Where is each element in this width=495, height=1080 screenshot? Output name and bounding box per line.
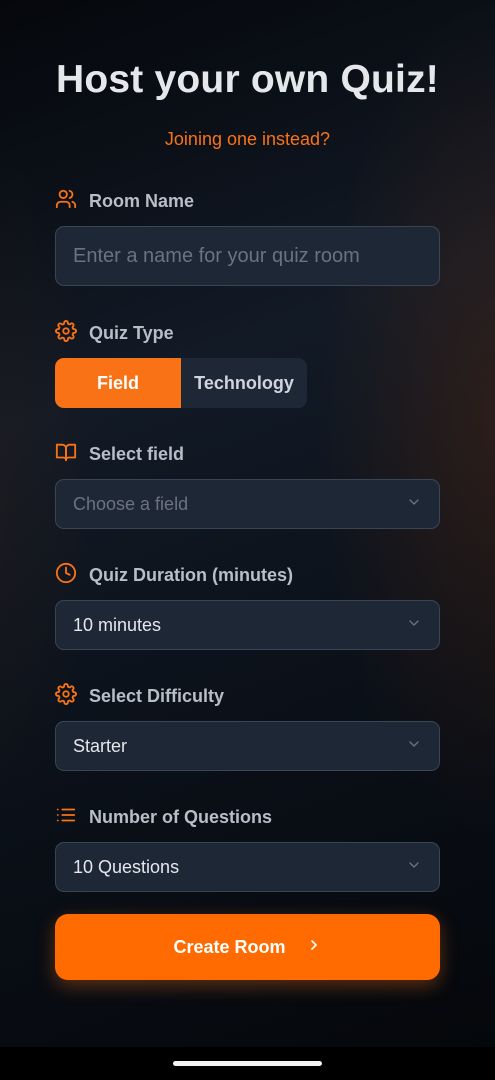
num-questions-label-row: Number of Questions (55, 805, 272, 829)
num-questions-select[interactable]: 10 Questions (55, 842, 440, 892)
quiz-host-screen: Host your own Quiz! Joining one instead?… (0, 0, 495, 1047)
gear-icon (55, 682, 77, 710)
room-name-label-row: Room Name (55, 189, 194, 213)
gear-icon (55, 319, 77, 347)
quiz-duration-label: Quiz Duration (minutes) (89, 564, 293, 585)
quiz-duration-label-row: Quiz Duration (minutes) (55, 562, 293, 589)
home-indicator[interactable] (173, 1061, 322, 1066)
field-select[interactable]: Choose a field (55, 479, 440, 529)
select-field-label: Select field (89, 443, 185, 464)
join-quiz-link[interactable]: Joining one instead? (0, 129, 495, 150)
quiz-type-technology-button[interactable]: Technology (181, 358, 307, 408)
room-name-field[interactable] (55, 226, 440, 286)
difficulty-select-value: Starter (73, 735, 128, 756)
select-field-label-row: Select field (55, 442, 184, 466)
quiz-type-field-button[interactable]: Field (55, 358, 181, 408)
duration-select[interactable]: 10 minutes (55, 600, 440, 650)
num-questions-label: Number of Questions (89, 806, 273, 827)
create-room-label: Create Room (173, 936, 286, 957)
chevron-right-icon (306, 937, 322, 958)
chevron-down-icon (406, 615, 422, 636)
field-select-value: Choose a field (73, 493, 189, 514)
difficulty-select[interactable]: Starter (55, 721, 440, 771)
duration-select-value: 10 minutes (73, 614, 162, 635)
quiz-type-label-row: Quiz Type (55, 319, 174, 347)
chevron-down-icon (406, 857, 422, 878)
create-room-button[interactable]: Create Room (55, 914, 440, 980)
difficulty-label-row: Select Difficulty (55, 682, 225, 710)
chevron-down-icon (406, 736, 422, 757)
room-name-input[interactable] (73, 244, 422, 268)
list-icon (55, 804, 77, 831)
system-nav-bar (0, 1047, 495, 1080)
quiz-type-label: Quiz Type (89, 322, 174, 343)
chevron-down-icon (406, 494, 422, 515)
quiz-type-toggle: Field Technology (55, 358, 307, 408)
num-questions-select-value: 10 Questions (73, 856, 180, 877)
room-name-label: Room Name (89, 190, 195, 211)
difficulty-label: Select Difficulty (89, 685, 225, 706)
book-open-icon (55, 441, 77, 468)
clock-icon (55, 562, 77, 589)
users-icon (55, 188, 77, 215)
page-title: Host your own Quiz! (56, 58, 439, 101)
